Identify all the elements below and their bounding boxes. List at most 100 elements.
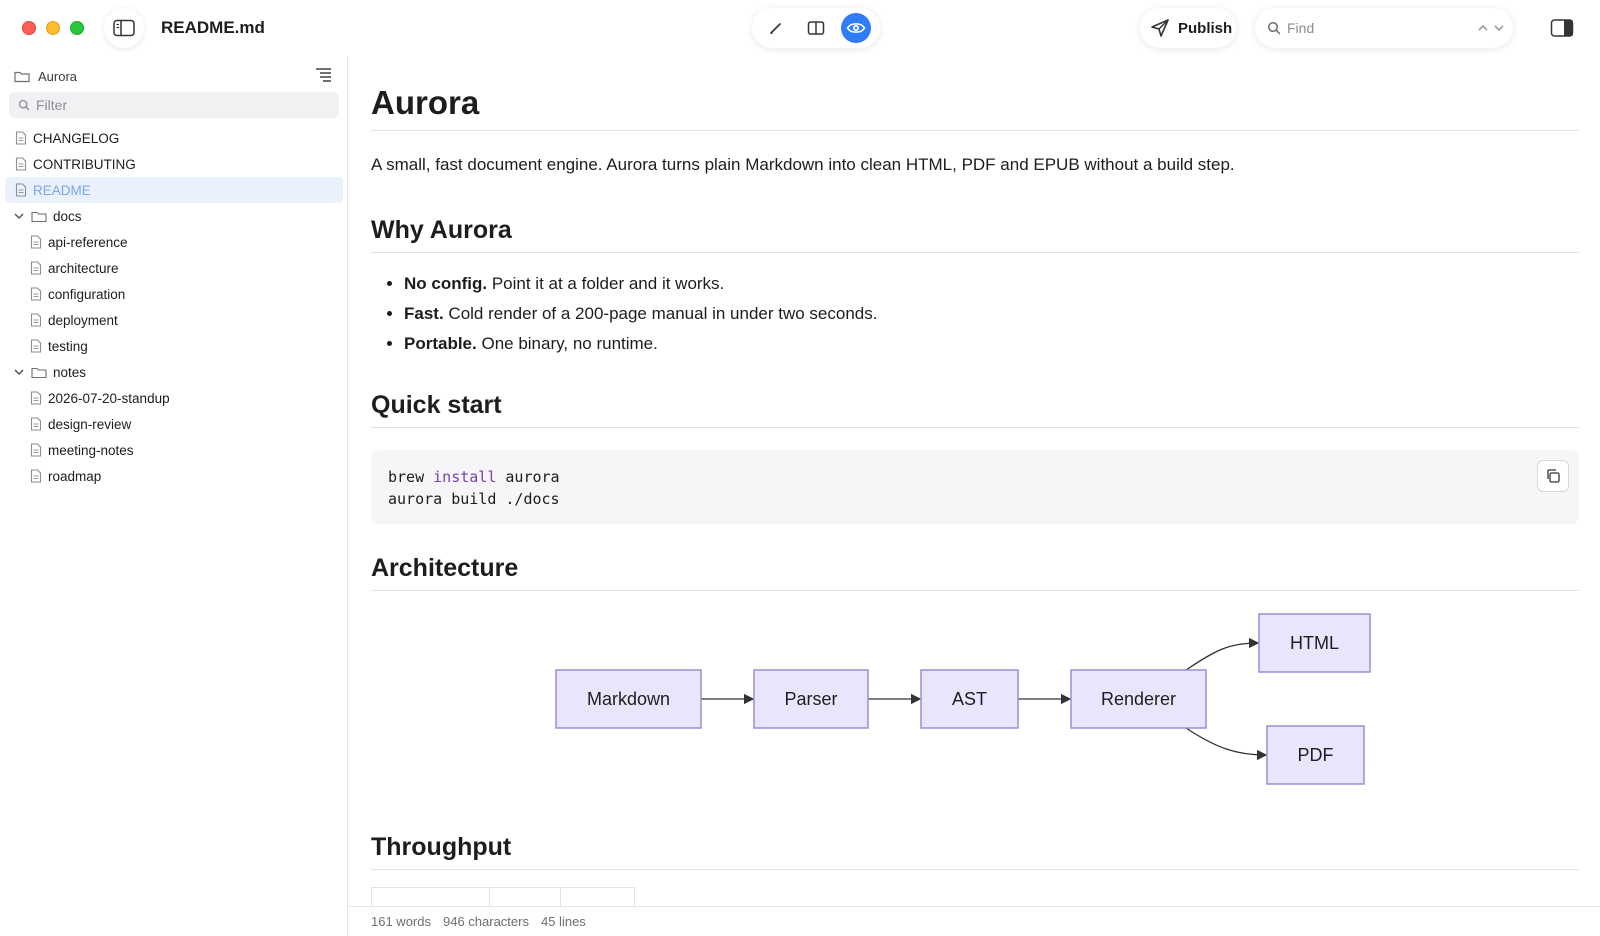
sidebar-icon [113, 19, 135, 37]
sidebar-folder-notes[interactable]: notes [5, 359, 343, 385]
sidebar-folder-docs[interactable]: docs [5, 203, 343, 229]
document-title: Aurora [371, 84, 480, 121]
svg-text:Renderer: Renderer [1101, 689, 1176, 709]
architecture-diagram: Markdown Parser AST Renderer HTML PDF [555, 613, 1371, 785]
sidebar-item-2026-07-20-standup[interactable]: 2026-07-20-standup [5, 385, 343, 411]
outline-list-icon[interactable] [314, 66, 334, 82]
document-icon [30, 339, 42, 353]
diagram-node-renderer: Renderer [1070, 669, 1207, 729]
document-icon [15, 183, 27, 197]
word-count: 161 words [371, 914, 431, 929]
svg-text:HTML: HTML [1290, 633, 1339, 653]
diagram-node-parser: Parser [753, 669, 869, 729]
sidebar-item-deployment[interactable]: deployment [5, 307, 343, 333]
section-heading-throughput: Throughput [371, 833, 512, 861]
sidebar-item-label: roadmap [48, 468, 102, 484]
split-view-icon [807, 21, 825, 35]
preview-mode-button[interactable] [841, 13, 871, 43]
document-icon [30, 313, 42, 327]
zoom-window-button[interactable] [70, 21, 84, 35]
sidebar-item-CHANGELOG[interactable]: CHANGELOG [5, 125, 343, 151]
sidebar-item-design-review[interactable]: design-review [5, 411, 343, 437]
filter-field [9, 92, 339, 118]
eye-icon [846, 23, 866, 33]
edit-mode-button[interactable] [761, 13, 791, 43]
section-divider [371, 252, 1579, 253]
sidebar-item-label: CHANGELOG [33, 130, 120, 146]
sidebar-item-label: deployment [48, 312, 118, 328]
publish-button[interactable]: Publish [1140, 8, 1236, 48]
split-mode-button[interactable] [801, 13, 831, 43]
list-item: Portable. One binary, no runtime. [404, 331, 877, 361]
file-sidebar: Aurora CHANGELOG CONTRIBUTING README docs ap… [0, 56, 348, 936]
find-input[interactable] [1287, 20, 1467, 36]
throughput-table [371, 887, 635, 906]
diagram-edge-renderer-html [1185, 637, 1260, 671]
sidebar-item-label: configuration [48, 286, 126, 302]
document-icon [15, 157, 27, 171]
document-icon [30, 235, 42, 249]
sidebar-item-roadmap[interactable]: roadmap [5, 463, 343, 489]
folder-icon [31, 211, 47, 222]
svg-text:AST: AST [952, 689, 987, 709]
sidebar-item-README[interactable]: README [5, 177, 343, 203]
diagram-node-markdown: Markdown [555, 669, 702, 729]
sidebar-item-label: README [33, 182, 91, 198]
sidebar-item-api-reference[interactable]: api-reference [5, 229, 343, 255]
sidebar-item-CONTRIBUTING[interactable]: CONTRIBUTING [5, 151, 343, 177]
sidebar-item-meeting-notes[interactable]: meeting-notes [5, 437, 343, 463]
document-icon [30, 261, 42, 275]
diagram-node-html: HTML [1258, 613, 1371, 673]
file-tree: CHANGELOG CONTRIBUTING README docs api-refer… [5, 125, 343, 489]
character-count: 946 characters [442, 914, 529, 929]
sidebar-item-label: CONTRIBUTING [33, 156, 136, 172]
section-heading-why: Why Aurora [371, 216, 512, 244]
sidebar-item-testing[interactable]: testing [5, 333, 343, 359]
chevron-down-icon[interactable] [13, 212, 25, 220]
inspector-toggle-button[interactable] [1548, 14, 1576, 42]
svg-text:Markdown: Markdown [587, 689, 670, 709]
paper-plane-icon [1151, 19, 1169, 37]
minimize-window-button[interactable] [46, 21, 60, 35]
filter-input[interactable] [36, 97, 316, 113]
chevron-up-icon[interactable] [1477, 22, 1489, 34]
chevron-down-icon[interactable] [13, 368, 25, 376]
sidebar-header: Aurora [14, 66, 334, 86]
sidebar-item-label: 2026-07-20-standup [48, 390, 170, 406]
pencil-icon [770, 23, 781, 35]
folder-icon [31, 367, 47, 378]
section-heading-quick-start: Quick start [371, 391, 502, 419]
document-icon [30, 391, 42, 405]
code-line: aurora build ./docs [388, 490, 560, 508]
title-bar: README.md Publish [0, 0, 1600, 56]
sidebar-toggle-button[interactable] [104, 8, 144, 48]
folder-icon [14, 71, 30, 82]
document-icon [15, 131, 27, 145]
sidebar-item-label: testing [48, 338, 88, 354]
document-icon [30, 469, 42, 483]
diagram-node-ast: AST [920, 669, 1019, 729]
project-name: Aurora [38, 68, 78, 84]
find-bar [1255, 8, 1513, 48]
close-window-button[interactable] [22, 21, 36, 35]
document-icon [30, 287, 42, 301]
copy-code-button[interactable] [1537, 460, 1569, 492]
sidebar-item-label: api-reference [48, 234, 128, 250]
section-heading-architecture: Architecture [371, 554, 519, 582]
code-line: brew install aurora [388, 468, 560, 486]
sidebar-item-label: notes [53, 364, 87, 380]
status-bar: 161 words 946 characters 45 lines [349, 906, 1600, 936]
sidebar-item-label: meeting-notes [48, 442, 134, 458]
document-preview: Aurora A small, fast document engine. Au… [349, 56, 1600, 906]
document-icon [30, 417, 42, 431]
chevron-down-icon[interactable] [1493, 22, 1505, 34]
svg-text:PDF: PDF [1298, 745, 1334, 765]
sidebar-item-configuration[interactable]: configuration [5, 281, 343, 307]
section-divider [371, 590, 1579, 591]
sidebar-item-architecture[interactable]: architecture [5, 255, 343, 281]
search-icon [1267, 21, 1281, 35]
section-divider [371, 427, 1579, 428]
intro-paragraph: A small, fast document engine. Aurora tu… [371, 155, 1235, 174]
sidebar-item-label: architecture [48, 260, 119, 276]
window-title: README.md [161, 18, 265, 37]
